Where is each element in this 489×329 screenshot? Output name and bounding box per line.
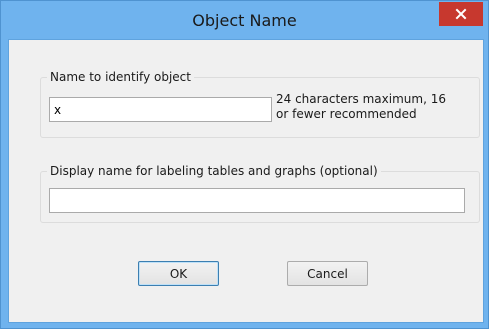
title-bar[interactable]: Object Name [1, 1, 488, 39]
name-hint: 24 characters maximum, 16 or fewer recom… [276, 92, 446, 122]
cancel-button[interactable]: Cancel [287, 261, 368, 286]
object-name-input[interactable] [49, 97, 272, 122]
close-icon [455, 8, 467, 20]
close-button[interactable] [439, 2, 483, 26]
dialog-window: Object Name Name to identify object 24 c… [0, 0, 489, 329]
name-group: Name to identify object 24 characters ma… [40, 69, 480, 138]
display-name-input[interactable] [49, 188, 465, 213]
dialog-body: Name to identify object 24 characters ma… [8, 39, 484, 323]
dialog-title: Object Name [192, 11, 297, 30]
display-name-group: Display name for labeling tables and gra… [40, 163, 480, 223]
name-group-label: Name to identify object [47, 69, 194, 85]
ok-button[interactable]: OK [138, 261, 219, 286]
name-hint-line1: 24 characters maximum, 16 [276, 92, 446, 106]
display-name-group-label: Display name for labeling tables and gra… [47, 163, 381, 179]
name-hint-line2: or fewer recommended [276, 107, 417, 121]
